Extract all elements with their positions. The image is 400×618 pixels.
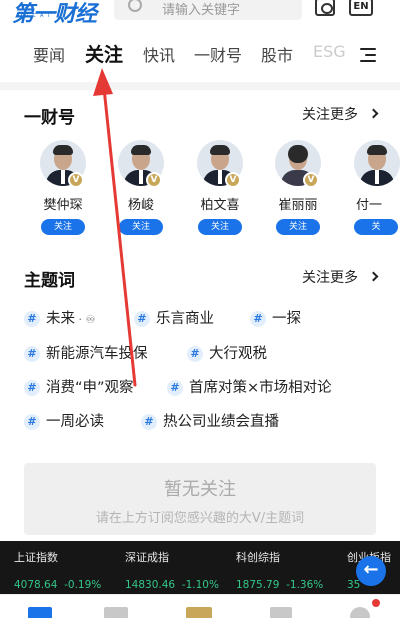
hashtag-icon: # xyxy=(134,311,150,327)
tab-esg[interactable]: ESG xyxy=(313,42,346,61)
hashtag-icon: # xyxy=(250,311,266,327)
empty-title: 暂无关注 xyxy=(164,479,236,500)
author-card[interactable]: V 樊仲琛 关注 xyxy=(28,140,98,235)
topic-chip[interactable]: # 大行观税 xyxy=(187,342,267,363)
scan-icon[interactable] xyxy=(315,0,335,16)
hashtag-icon: # xyxy=(141,414,157,430)
tab-following[interactable]: 关注 xyxy=(85,40,123,67)
topic-chip[interactable]: # 消费“申”观察 xyxy=(24,376,134,397)
topics-more-link[interactable]: 关注更多 xyxy=(302,267,358,287)
topic-chip[interactable]: # 首席对策×市场相对论 xyxy=(167,376,332,397)
topics-title: 主题词 xyxy=(24,271,75,291)
verified-v-icon: V xyxy=(68,172,84,188)
topic-chip[interactable]: # 乐言商业 xyxy=(134,307,214,328)
nav-news-icon[interactable] xyxy=(270,607,292,618)
yicai-hao-more-link[interactable]: 关注更多 xyxy=(302,104,358,124)
chevron-right-icon[interactable] xyxy=(368,271,379,282)
index-change: -1.10% xyxy=(181,579,219,591)
english-toggle-button[interactable]: EN xyxy=(349,0,373,16)
yicai-logo-sub: YICAI xyxy=(20,13,53,19)
nav-home-icon[interactable] xyxy=(28,607,52,618)
tab-stocks[interactable]: 股市 xyxy=(261,42,293,66)
hashtag-icon: # xyxy=(187,346,203,362)
search-bar[interactable]: 请输入关键字 xyxy=(114,0,302,20)
tab-headlines[interactable]: 要闻 xyxy=(33,42,65,66)
follow-button[interactable]: 关注 xyxy=(276,219,320,235)
app-header: 第一财经 YICAI 请输入关键字 EN xyxy=(0,0,400,27)
verified-v-icon: V xyxy=(225,172,241,188)
index-name: 上证指数 xyxy=(14,551,58,564)
section-divider xyxy=(0,82,400,90)
author-name: 付一 xyxy=(356,198,383,213)
index-value: 4078.64 xyxy=(14,579,58,591)
ticker-item[interactable]: 上证指数 4078.64 -0.19% xyxy=(14,549,134,591)
index-change: -1.36% xyxy=(286,579,324,591)
tab-yicai-hao[interactable]: 一财号 xyxy=(194,42,242,66)
author-card[interactable]: 付一 关 xyxy=(342,140,400,235)
topic-chip[interactable]: # 新能源汽车投保 xyxy=(24,342,148,363)
author-name: 崔丽丽 xyxy=(278,198,318,213)
author-name: 柏文喜 xyxy=(200,198,240,213)
hashtag-icon: # xyxy=(167,380,183,396)
author-name: 杨峻 xyxy=(127,198,154,213)
hashtag-icon: # xyxy=(24,346,40,362)
index-change: -0.19% xyxy=(64,579,102,591)
ticker-item[interactable]: 科创综指 1875.79 -1.36% xyxy=(236,549,356,591)
nav-center-icon[interactable] xyxy=(186,607,212,618)
hashtag-icon: # xyxy=(24,414,40,430)
hashtag-icon: # xyxy=(24,311,40,327)
author-card[interactable]: V 崔丽丽 关注 xyxy=(263,140,333,235)
hashtag-icon: # xyxy=(24,380,40,396)
topic-chip[interactable]: # 热公司业绩会直播 xyxy=(141,410,279,431)
follow-button[interactable]: 关注 xyxy=(198,219,242,235)
empty-subtitle: 请在上方订阅您感兴趣的大V/主题词 xyxy=(95,511,305,526)
tab-flash[interactable]: 快讯 xyxy=(143,42,175,66)
notification-dot xyxy=(372,599,380,607)
bottom-navigation xyxy=(0,594,400,618)
channel-menu-icon[interactable] xyxy=(360,48,376,62)
index-value: 14830.46 xyxy=(125,579,176,591)
chevron-right-icon[interactable] xyxy=(368,108,379,119)
empty-follow-state: 暂无关注 请在上方订阅您感兴趣的大V/主题词 xyxy=(24,463,376,535)
ticker-item[interactable]: 深证成指 14830.46 -1.10% xyxy=(125,549,245,591)
index-name: 深证成指 xyxy=(125,551,169,564)
topic-chip[interactable]: # 未来 · ♾ xyxy=(24,307,95,328)
index-name: 科创综指 xyxy=(236,551,280,564)
follow-button[interactable]: 关注 xyxy=(119,219,163,235)
market-ticker[interactable]: 上证指数 4078.64 -0.19% 深证成指 14830.46 -1.10%… xyxy=(0,541,400,594)
author-card[interactable]: V 柏文喜 关注 xyxy=(185,140,255,235)
nav-profile-icon[interactable] xyxy=(350,607,370,618)
follow-button[interactable]: 关注 xyxy=(41,219,85,235)
index-value: 1875.79 xyxy=(236,579,280,591)
search-placeholder: 请输入关键字 xyxy=(162,3,241,18)
follow-button[interactable]: 关 xyxy=(354,219,398,235)
nav-video-icon[interactable] xyxy=(104,607,128,618)
topic-chip[interactable]: # 一周必读 xyxy=(24,410,104,431)
yicai-hao-title: 一财号 xyxy=(24,108,75,128)
index-value: 35 xyxy=(347,579,361,591)
author-name: 樊仲琛 xyxy=(43,198,83,213)
avatar xyxy=(354,140,400,186)
verified-v-icon: V xyxy=(146,172,162,188)
back-arrow-icon[interactable]: ← xyxy=(356,556,386,586)
topic-chip[interactable]: # 一探 xyxy=(250,307,301,328)
verified-v-icon: V xyxy=(303,172,319,188)
author-card[interactable]: V 杨峻 关注 xyxy=(106,140,176,235)
search-icon xyxy=(128,0,142,12)
channel-tabs: 要闻 关注 快讯 一财号 股市 ESG xyxy=(0,36,400,72)
